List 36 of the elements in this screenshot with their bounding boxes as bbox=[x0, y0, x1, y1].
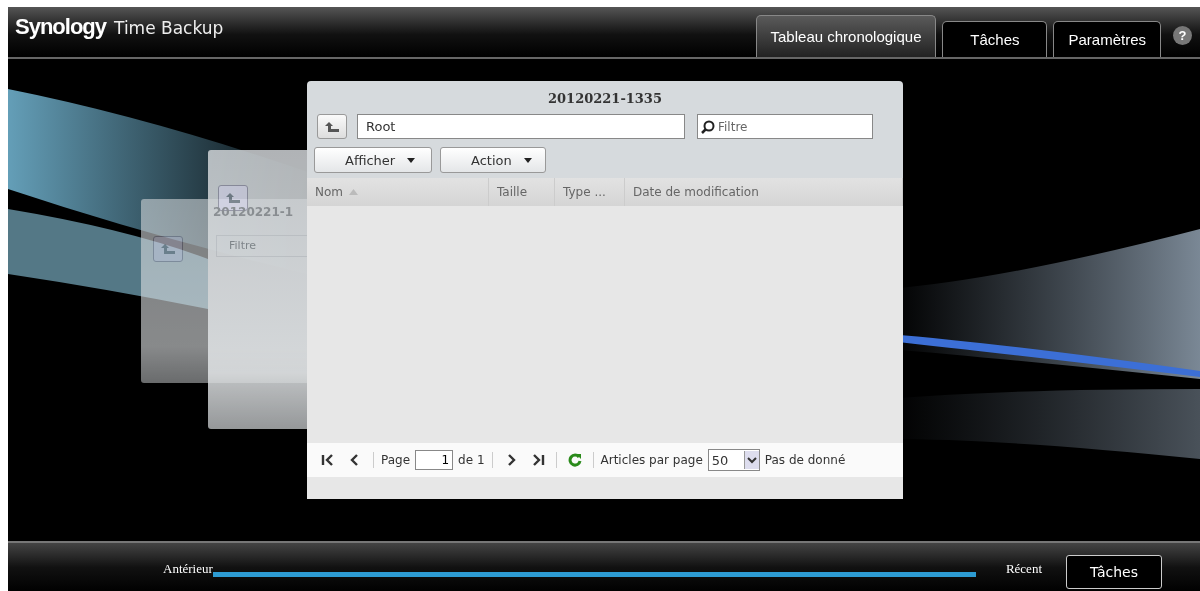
tab[interactable]: Tableau chronologique bbox=[755, 15, 937, 57]
column-header[interactable]: Type ... bbox=[555, 178, 625, 206]
page-label: Page bbox=[381, 453, 411, 467]
logo-wordmark: Synology bbox=[15, 14, 106, 40]
per-page-select[interactable]: 50 bbox=[707, 449, 760, 471]
window-title: 20120221-1335 bbox=[547, 90, 663, 108]
first-page-icon[interactable] bbox=[321, 453, 335, 467]
up-arrow-icon bbox=[225, 192, 241, 204]
up-arrow-icon bbox=[160, 243, 176, 255]
window-title: 20120221-1 bbox=[213, 205, 294, 219]
dropdown-button[interactable]: Action bbox=[440, 147, 546, 173]
tab[interactable]: Paramètres bbox=[1053, 21, 1161, 57]
caret-icon bbox=[407, 157, 416, 163]
tasks-button[interactable]: Tâches bbox=[1066, 554, 1162, 589]
page-count: de 1 bbox=[458, 453, 485, 467]
per-page-label: Articles par page bbox=[600, 453, 703, 467]
last-page-icon[interactable] bbox=[530, 453, 545, 467]
caret-icon bbox=[523, 157, 532, 163]
page-number-field[interactable]: 1 bbox=[415, 450, 454, 470]
dropdown-button[interactable]: Afficher bbox=[314, 147, 432, 173]
up-arrow-icon bbox=[324, 120, 340, 133]
column-header[interactable]: Nom bbox=[307, 178, 489, 206]
chevron-down-icon bbox=[743, 451, 759, 469]
app-title: Time Backup bbox=[114, 18, 224, 38]
filter-field[interactable]: Filtre bbox=[697, 114, 873, 139]
help-button[interactable]: ? bbox=[1173, 26, 1192, 45]
tab[interactable]: Tâches bbox=[942, 21, 1048, 57]
column-header[interactable]: Date de modification bbox=[625, 178, 903, 206]
search-icon bbox=[701, 120, 715, 134]
path-field[interactable]: Root bbox=[357, 114, 685, 139]
up-button[interactable] bbox=[317, 114, 347, 139]
timeline-end-label: Récent bbox=[1005, 560, 1042, 577]
column-header[interactable]: Taille bbox=[489, 178, 555, 206]
status-text: Pas de donné bbox=[764, 453, 846, 467]
timeline-start-label: Antérieur bbox=[163, 560, 213, 577]
refresh-icon[interactable] bbox=[567, 453, 582, 467]
